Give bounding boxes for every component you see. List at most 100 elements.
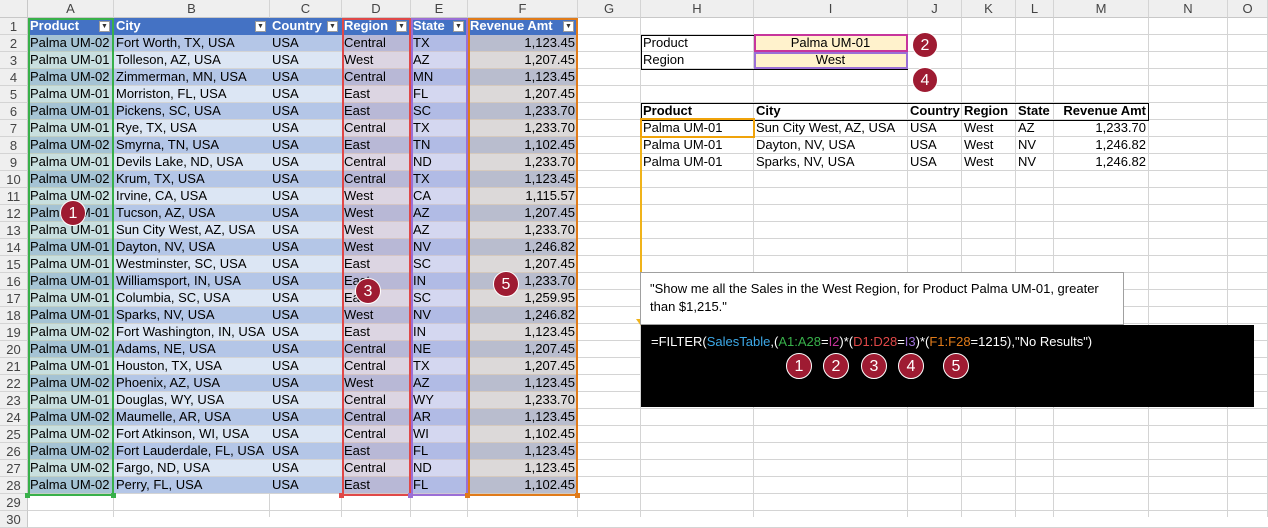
table-cell[interactable]: Rye, TX, USA <box>114 120 269 136</box>
results-cell[interactable]: AZ <box>1016 120 1053 136</box>
column-header-h[interactable]: H <box>641 0 754 18</box>
row-header-10[interactable]: 10 <box>0 171 28 188</box>
table-cell[interactable]: USA <box>270 103 341 119</box>
column-header-a[interactable]: A <box>28 0 114 18</box>
spreadsheet-grid[interactable]: A B C D E F G H I J K L M N O 1 2 3 4 5 6 7 8 9 10 11 12 13 14 15 16 17… <box>0 0 1268 528</box>
table-cell[interactable]: Dayton, NV, USA <box>114 239 269 255</box>
table-cell[interactable]: Morriston, FL, USA <box>114 86 269 102</box>
table-cell[interactable]: USA <box>270 273 341 289</box>
table-cell[interactable]: USA <box>270 426 341 442</box>
results-cell[interactable]: West <box>962 137 1015 153</box>
table-cell[interactable]: Smyrna, TN, USA <box>114 137 269 153</box>
column-header-k[interactable]: K <box>962 0 1016 18</box>
row-header-12[interactable]: 12 <box>0 205 28 222</box>
row-header-15[interactable]: 15 <box>0 256 28 273</box>
results-cell[interactable]: Palma UM-01 <box>641 154 753 170</box>
filter-dropdown-icon[interactable]: ▼ <box>327 21 338 32</box>
table-cell[interactable]: Adams, NE, USA <box>114 341 269 357</box>
table-cell[interactable]: USA <box>270 307 341 323</box>
table-cell[interactable]: Sparks, NV, USA <box>114 307 269 323</box>
table-cell[interactable]: USA <box>270 324 341 340</box>
table-cell[interactable]: Tolleson, AZ, USA <box>114 52 269 68</box>
table-cell[interactable]: USA <box>270 35 341 51</box>
column-header-b[interactable]: B <box>114 0 270 18</box>
table-cell[interactable]: USA <box>270 188 341 204</box>
table-cell[interactable]: USA <box>270 443 341 459</box>
table-header-2[interactable]: City <box>114 18 269 34</box>
row-header-22[interactable]: 22 <box>0 375 28 392</box>
results-cell[interactable]: Palma UM-01 <box>641 137 753 153</box>
table-cell[interactable]: USA <box>270 341 341 357</box>
row-header-19[interactable]: 19 <box>0 324 28 341</box>
table-cell[interactable]: USA <box>270 392 341 408</box>
filter-dropdown-icon[interactable]: ▼ <box>255 21 266 32</box>
column-header-g[interactable]: G <box>578 0 641 18</box>
results-cell[interactable]: USA <box>908 120 961 136</box>
table-cell[interactable]: Devils Lake, ND, USA <box>114 154 269 170</box>
table-cell[interactable]: Pickens, SC, USA <box>114 103 269 119</box>
results-cell[interactable]: Sparks, NV, USA <box>754 154 907 170</box>
table-cell[interactable]: Westminster, SC, USA <box>114 256 269 272</box>
table-cell[interactable]: USA <box>270 358 341 374</box>
table-cell[interactable]: Sun City West, AZ, USA <box>114 222 269 238</box>
row-header-25[interactable]: 25 <box>0 426 28 443</box>
row-header-24[interactable]: 24 <box>0 409 28 426</box>
row-header-18[interactable]: 18 <box>0 307 28 324</box>
row-header-2[interactable]: 2 <box>0 35 28 52</box>
results-cell[interactable]: USA <box>908 154 961 170</box>
table-cell[interactable]: Perry, FL, USA <box>114 477 269 493</box>
column-header-o[interactable]: O <box>1228 0 1268 18</box>
table-cell[interactable]: Houston, TX, USA <box>114 358 269 374</box>
row-header-17[interactable]: 17 <box>0 290 28 307</box>
column-header-m[interactable]: M <box>1054 0 1149 18</box>
table-cell[interactable]: USA <box>270 154 341 170</box>
table-cell[interactable]: Zimmerman, MN, USA <box>114 69 269 85</box>
results-cell[interactable]: West <box>962 154 1015 170</box>
results-cell[interactable]: NV <box>1016 137 1053 153</box>
row-header-14[interactable]: 14 <box>0 239 28 256</box>
column-header-l[interactable]: L <box>1016 0 1054 18</box>
column-header-e[interactable]: E <box>411 0 468 18</box>
row-header-8[interactable]: 8 <box>0 137 28 154</box>
table-cell[interactable]: Fort Lauderdale, FL, USA <box>114 443 269 459</box>
table-cell[interactable]: USA <box>270 205 341 221</box>
row-header-3[interactable]: 3 <box>0 52 28 69</box>
row-header-1[interactable]: 1 <box>0 18 28 35</box>
row-header-7[interactable]: 7 <box>0 120 28 137</box>
row-header-4[interactable]: 4 <box>0 69 28 86</box>
table-cell[interactable]: USA <box>270 120 341 136</box>
table-cell[interactable]: USA <box>270 409 341 425</box>
table-cell[interactable]: Irvine, CA, USA <box>114 188 269 204</box>
table-cell[interactable]: Fargo, ND, USA <box>114 460 269 476</box>
row-header-6[interactable]: 6 <box>0 103 28 120</box>
table-cell[interactable]: Phoenix, AZ, USA <box>114 375 269 391</box>
results-cell[interactable]: Dayton, NV, USA <box>754 137 907 153</box>
table-cell[interactable]: USA <box>270 477 341 493</box>
row-header-13[interactable]: 13 <box>0 222 28 239</box>
row-header-27[interactable]: 27 <box>0 460 28 477</box>
table-cell[interactable]: Tucson, AZ, USA <box>114 205 269 221</box>
table-cell[interactable]: Fort Washington, IN, USA <box>114 324 269 340</box>
row-header-29[interactable]: 29 <box>0 494 28 511</box>
table-cell[interactable]: Fort Atkinson, WI, USA <box>114 426 269 442</box>
row-header-16[interactable]: 16 <box>0 273 28 290</box>
table-cell[interactable]: USA <box>270 239 341 255</box>
table-cell[interactable]: Maumelle, AR, USA <box>114 409 269 425</box>
row-header-5[interactable]: 5 <box>0 86 28 103</box>
column-header-j[interactable]: J <box>908 0 962 18</box>
table-cell[interactable]: USA <box>270 290 341 306</box>
column-header-d[interactable]: D <box>342 0 411 18</box>
column-header-c[interactable]: C <box>270 0 342 18</box>
results-cell[interactable]: 1,233.70 <box>1054 120 1148 136</box>
table-cell[interactable]: Columbia, SC, USA <box>114 290 269 306</box>
table-cell[interactable]: Krum, TX, USA <box>114 171 269 187</box>
row-header-20[interactable]: 20 <box>0 341 28 358</box>
results-cell[interactable]: 1,246.82 <box>1054 154 1148 170</box>
table-cell[interactable]: Williamsport, IN, USA <box>114 273 269 289</box>
table-cell[interactable]: USA <box>270 375 341 391</box>
table-cell[interactable]: Douglas, WY, USA <box>114 392 269 408</box>
table-cell[interactable]: USA <box>270 222 341 238</box>
table-cell[interactable]: USA <box>270 171 341 187</box>
column-header-n[interactable]: N <box>1149 0 1228 18</box>
table-cell[interactable]: USA <box>270 52 341 68</box>
